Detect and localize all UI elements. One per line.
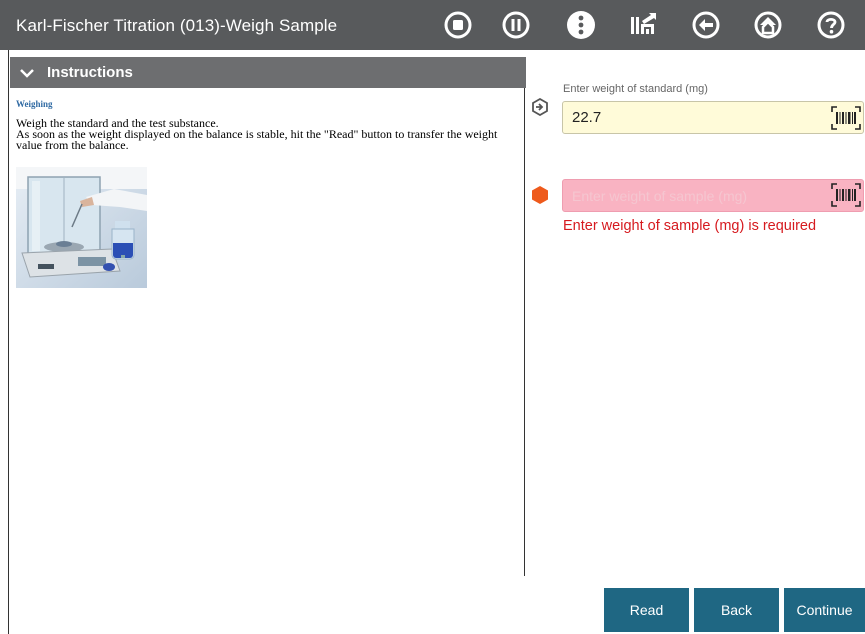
- instructions-line-2: As soon as the weight displayed on the b…: [16, 127, 498, 152]
- top-bar: Karl-Fischer Titration (013)-Weigh Sampl…: [0, 0, 865, 50]
- continue-button[interactable]: Continue: [784, 588, 865, 632]
- page-title: Karl-Fischer Titration (013)-Weigh Sampl…: [16, 16, 338, 35]
- standard-weight-input[interactable]: [562, 101, 864, 134]
- instructions-header-label: Instructions: [47, 64, 133, 81]
- chevron-down-icon: [20, 68, 34, 78]
- stop-icon[interactable]: [442, 9, 474, 41]
- error-indicator-icon: [532, 186, 548, 204]
- read-button[interactable]: Read: [604, 588, 689, 632]
- home-icon[interactable]: [752, 9, 784, 41]
- back-icon[interactable]: [690, 9, 722, 41]
- sample-weight-input[interactable]: [562, 179, 864, 212]
- barcode-scan-icon[interactable]: [831, 106, 861, 130]
- instructions-subheading: Weighing: [16, 99, 53, 109]
- barcode-scan-icon[interactable]: [831, 183, 861, 207]
- more-icon[interactable]: [565, 9, 597, 41]
- instructions-toggle[interactable]: Instructions: [10, 57, 526, 88]
- back-button[interactable]: Back: [694, 588, 779, 632]
- help-icon[interactable]: [815, 9, 847, 41]
- instructions-text: Weigh the standard and the test substanc…: [16, 117, 521, 152]
- panel-divider: [524, 88, 525, 576]
- pause-icon[interactable]: [500, 9, 532, 41]
- instructions-content: Weighing Weigh the standard and the test…: [16, 99, 521, 151]
- sample-weight-error: Enter weight of sample (mg) is required: [563, 218, 817, 234]
- standard-weight-label: Enter weight of standard (mg): [563, 83, 708, 95]
- results-icon[interactable]: [627, 9, 659, 41]
- balance-photo: [16, 167, 147, 288]
- current-field-arrow-icon: [532, 98, 548, 116]
